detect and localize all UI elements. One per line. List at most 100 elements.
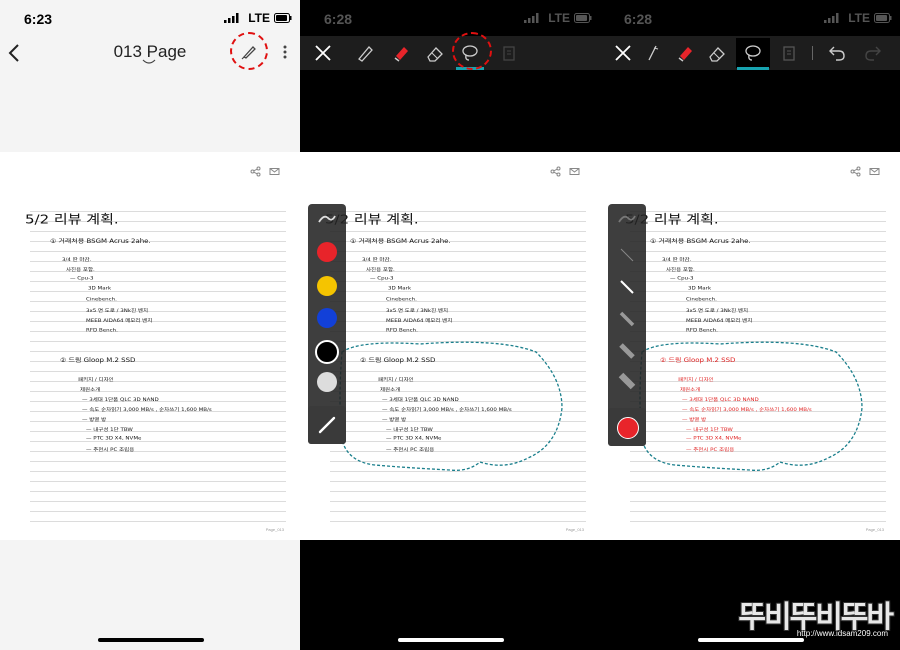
page-footer-label: Page_013	[565, 527, 584, 532]
close-button[interactable]	[308, 38, 338, 68]
note-line: 사진용 포함.	[366, 267, 395, 273]
note-line: MEEB AIDA64 메모리 벤치	[86, 318, 153, 324]
pen-tool[interactable]	[638, 38, 668, 68]
note-line: 3D Mark	[88, 286, 112, 292]
mail-icon[interactable]	[569, 166, 580, 177]
mail-icon[interactable]	[269, 166, 280, 177]
eraser-tool[interactable]	[702, 38, 732, 68]
stroke-width-option[interactable]	[616, 370, 638, 392]
pen-style-icon[interactable]	[316, 212, 338, 228]
close-button[interactable]	[608, 38, 638, 68]
note-line: RFD Bench.	[386, 328, 418, 334]
note-line: MEEB AIDA64 메모리 벤치	[386, 318, 453, 324]
note-line: 사진용 포함.	[66, 267, 95, 273]
note-line: 3/4 딴 마감.	[662, 257, 692, 263]
back-button[interactable]	[4, 40, 26, 66]
note-line: Cinebench.	[686, 297, 717, 303]
share-icon[interactable]	[550, 166, 561, 177]
color-swatch-red[interactable]	[317, 242, 337, 262]
screen-notebook-view: 6:23 LTE 013 Page 5/2 리뷰 계획. ① 거래처용 BSGM…	[0, 0, 300, 650]
network-label: LTE	[848, 11, 870, 25]
status-bar: 6:28 LTE	[600, 0, 900, 36]
signal-icon	[824, 13, 839, 23]
note-line: 패키지 / 디자인	[678, 377, 714, 383]
color-swatch-white[interactable]	[317, 372, 337, 392]
note-line: Cinebench.	[386, 297, 417, 303]
clipboard-tool[interactable]	[494, 38, 524, 68]
status-time: 6:23	[24, 11, 53, 27]
note-line: — PTC 3D X4, NVMe	[86, 436, 142, 442]
color-button[interactable]	[608, 408, 646, 446]
note-line: — Cpu-3	[670, 276, 694, 282]
note-line: 패키지 / 디자인	[378, 377, 414, 383]
note-line: 3/4 딴 마감.	[62, 257, 92, 263]
stroke-width-option[interactable]	[616, 276, 638, 298]
note-line: 사진용 포함.	[666, 267, 695, 273]
note-line: ① 거래처용 BSGM Acrus 2ahe.	[350, 237, 451, 245]
note-line: RFD Bench.	[686, 328, 718, 334]
pen-tool[interactable]	[350, 38, 380, 68]
status-time: 6:28	[324, 11, 353, 27]
note-line: — 방열 방	[382, 417, 407, 423]
lasso-tool[interactable]	[736, 38, 770, 70]
color-swatch-black[interactable]	[315, 340, 339, 364]
stroke-width-button[interactable]	[308, 406, 346, 444]
status-bar: 6:28 LTE	[300, 0, 600, 36]
note-line: ① 거래처용 BSGM Acrus 2ahe.	[650, 237, 751, 245]
network-label: LTE	[548, 11, 570, 25]
battery-icon	[874, 13, 892, 23]
eraser-icon	[427, 47, 443, 62]
mail-icon[interactable]	[869, 166, 880, 177]
lasso-icon	[745, 45, 761, 61]
note-line: — Cpu-3	[370, 276, 394, 282]
pen-style-icon[interactable]	[616, 212, 638, 228]
stroke-width-option[interactable]	[616, 308, 638, 330]
eraser-tool[interactable]	[420, 38, 450, 68]
note-page[interactable]: 5/2 리뷰 계획. ① 거래처용 BSGM Acrus 2ahe. 3/4 딴…	[0, 152, 300, 540]
note-line: 3D Mark	[388, 286, 412, 292]
share-icon[interactable]	[850, 166, 861, 177]
highlighter-icon	[678, 47, 692, 62]
note-line: ① 거래처용 BSGM Acrus 2ahe.	[50, 237, 151, 245]
note-line: 제원소개	[380, 387, 401, 393]
note-line: Cinebench.	[86, 297, 117, 303]
page-footer-label: Page_013	[265, 527, 284, 532]
signal-icon	[524, 13, 539, 23]
note-line: 3x5 면 도로 / 3Nk진 벤치	[86, 308, 149, 314]
more-vertical-icon	[283, 45, 287, 59]
more-button[interactable]	[278, 42, 292, 62]
stroke-width-option[interactable]	[616, 340, 638, 362]
status-time: 6:28	[624, 11, 653, 27]
pen-icon	[358, 46, 373, 62]
note-line: 제원소개	[680, 387, 701, 393]
undo-icon	[829, 46, 845, 61]
highlighter-tool[interactable]	[670, 38, 700, 68]
toolbar-divider	[812, 46, 813, 60]
highlight-ring-edit	[230, 32, 268, 70]
redo-icon	[865, 46, 881, 61]
note-line: — 추천시 PC 조립용	[86, 447, 135, 453]
blog-watermark: 뚜비뚜비뚜바 http://www.idsam209.com	[707, 592, 894, 638]
highlighter-tool[interactable]	[386, 38, 416, 68]
close-icon	[615, 45, 631, 61]
back-chevron-icon	[8, 44, 19, 62]
clipboard-tool[interactable]	[774, 38, 804, 68]
stroke-width-option[interactable]	[616, 244, 638, 266]
color-swatch-yellow[interactable]	[317, 276, 337, 296]
undo-button[interactable]	[822, 38, 852, 68]
close-icon	[315, 45, 331, 61]
note-line: — 내구성 1단 TBW	[386, 427, 433, 433]
drawing-toolbar	[600, 36, 900, 70]
watermark-url: http://www.idsam209.com	[796, 629, 888, 638]
drawing-toolbar	[300, 36, 600, 70]
screen-recolored-selection: 6:28 LTE 5/2 리뷰 계획. ① 거래처용 BSGM Acrus 2a…	[600, 0, 900, 650]
redo-button[interactable]	[858, 38, 888, 68]
note-heading: 5/2 리뷰 계획.	[25, 211, 119, 227]
color-swatch-blue[interactable]	[317, 308, 337, 328]
share-icon[interactable]	[250, 166, 261, 177]
status-bar: 6:23 LTE	[0, 0, 300, 36]
selected-tool-underline	[737, 67, 769, 70]
signal-icon	[224, 13, 239, 23]
pen-icon	[648, 45, 659, 61]
note-line: — PTC 3D X4, NVMe	[386, 436, 442, 442]
